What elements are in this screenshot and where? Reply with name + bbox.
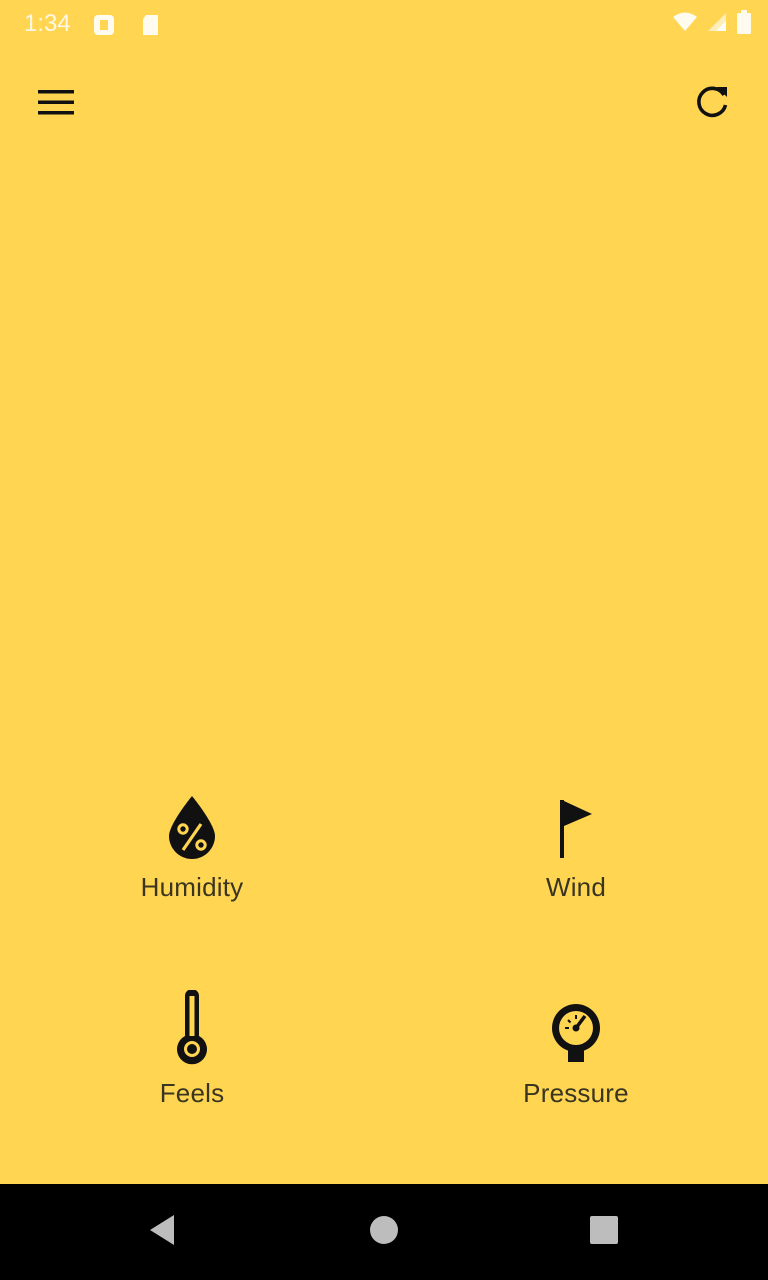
refresh-icon — [693, 83, 731, 126]
pressure-gauge-icon — [536, 986, 616, 1066]
feels-label: Feels — [159, 1078, 225, 1108]
status-icons — [672, 9, 752, 38]
recents-button[interactable] — [556, 1200, 652, 1264]
back-icon — [146, 1213, 178, 1252]
wifi-icon — [672, 11, 698, 38]
battery-icon — [736, 9, 752, 40]
back-button[interactable] — [114, 1200, 210, 1264]
weather-details-grid: Humidity Wind Feels Pressure — [0, 780, 768, 1160]
recents-icon — [588, 1214, 620, 1251]
notification-icon — [92, 12, 114, 36]
home-icon — [368, 1214, 400, 1251]
home-button[interactable] — [336, 1200, 432, 1264]
app-bar — [0, 48, 768, 160]
app-screen: 1:34 Humidity Wind Feels Pressure — [0, 0, 768, 1184]
status-time: 1:34 — [24, 10, 71, 37]
weather-content-area — [0, 160, 768, 760]
wind-flag-icon — [536, 780, 616, 860]
refresh-button[interactable] — [676, 72, 748, 136]
thermometer-icon — [152, 986, 232, 1066]
sd-card-icon — [140, 12, 162, 36]
pressure-tile[interactable]: Pressure — [384, 986, 768, 1176]
feels-tile[interactable]: Feels — [0, 986, 384, 1176]
navigation-bar — [0, 1184, 768, 1280]
humidity-label: Humidity — [140, 872, 244, 902]
humidity-drop-icon — [152, 780, 232, 860]
status-bar: 1:34 — [0, 0, 768, 48]
wind-label: Wind — [545, 872, 607, 902]
pressure-label: Pressure — [523, 1078, 629, 1108]
cell-signal-icon — [706, 11, 728, 38]
humidity-tile[interactable]: Humidity — [0, 780, 384, 970]
menu-button[interactable] — [20, 72, 92, 136]
wind-tile[interactable]: Wind — [384, 780, 768, 970]
hamburger-menu-icon — [36, 87, 76, 122]
